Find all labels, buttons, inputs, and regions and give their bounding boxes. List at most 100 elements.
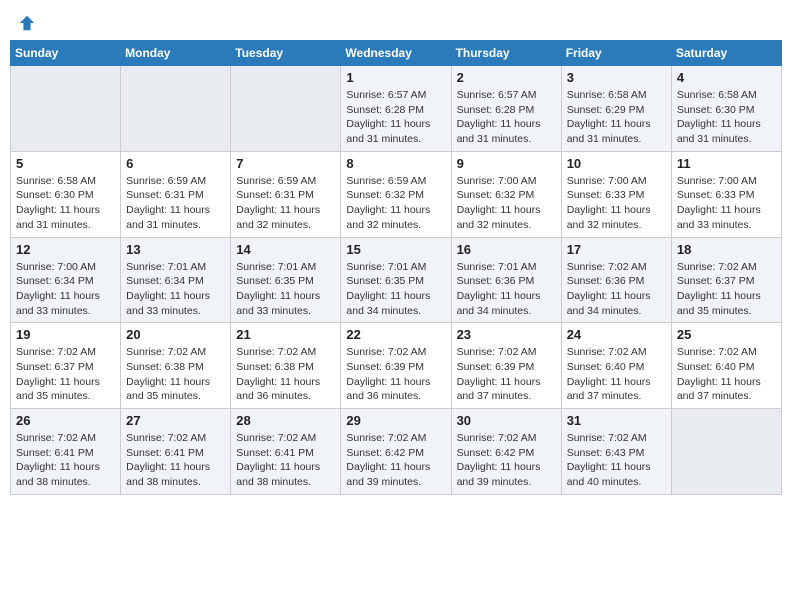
day-info: Sunrise: 7:01 AMSunset: 6:35 PMDaylight:… [236, 260, 335, 319]
day-info: Sunrise: 7:02 AMSunset: 6:41 PMDaylight:… [236, 431, 335, 490]
day-info: Sunrise: 7:01 AMSunset: 6:36 PMDaylight:… [457, 260, 556, 319]
day-info: Sunrise: 6:57 AMSunset: 6:28 PMDaylight:… [346, 88, 445, 147]
day-number: 8 [346, 156, 445, 171]
calendar-cell: 12 Sunrise: 7:00 AMSunset: 6:34 PMDayligh… [11, 237, 121, 323]
calendar-cell: 3 Sunrise: 6:58 AMSunset: 6:29 PMDaylight… [561, 66, 671, 152]
day-info: Sunrise: 7:00 AMSunset: 6:33 PMDaylight:… [677, 174, 776, 233]
day-info: Sunrise: 7:02 AMSunset: 6:42 PMDaylight:… [457, 431, 556, 490]
day-number: 1 [346, 70, 445, 85]
logo [16, 14, 36, 28]
col-header-monday: Monday [121, 41, 231, 66]
day-number: 14 [236, 242, 335, 257]
day-info: Sunrise: 7:01 AMSunset: 6:34 PMDaylight:… [126, 260, 225, 319]
day-info: Sunrise: 7:02 AMSunset: 6:37 PMDaylight:… [677, 260, 776, 319]
calendar-cell: 6 Sunrise: 6:59 AMSunset: 6:31 PMDaylight… [121, 151, 231, 237]
calendar-cell: 1 Sunrise: 6:57 AMSunset: 6:28 PMDaylight… [341, 66, 451, 152]
col-header-tuesday: Tuesday [231, 41, 341, 66]
day-number: 22 [346, 327, 445, 342]
day-info: Sunrise: 6:58 AMSunset: 6:29 PMDaylight:… [567, 88, 666, 147]
calendar-cell [11, 66, 121, 152]
day-number: 4 [677, 70, 776, 85]
calendar-cell: 31 Sunrise: 7:02 AMSunset: 6:43 PMDayligh… [561, 409, 671, 495]
day-number: 21 [236, 327, 335, 342]
calendar-cell: 25 Sunrise: 7:02 AMSunset: 6:40 PMDayligh… [671, 323, 781, 409]
day-info: Sunrise: 6:59 AMSunset: 6:32 PMDaylight:… [346, 174, 445, 233]
calendar-cell: 16 Sunrise: 7:01 AMSunset: 6:36 PMDayligh… [451, 237, 561, 323]
day-info: Sunrise: 7:01 AMSunset: 6:35 PMDaylight:… [346, 260, 445, 319]
day-number: 11 [677, 156, 776, 171]
logo-icon [18, 14, 36, 32]
calendar-cell: 29 Sunrise: 7:02 AMSunset: 6:42 PMDayligh… [341, 409, 451, 495]
day-number: 24 [567, 327, 666, 342]
day-number: 28 [236, 413, 335, 428]
day-info: Sunrise: 7:00 AMSunset: 6:32 PMDaylight:… [457, 174, 556, 233]
calendar-cell: 27Sunrise: 7:02 AMSunset: 6:41 PMDayligh… [121, 409, 231, 495]
calendar-cell: 5Sunrise: 6:58 AMSunset: 6:30 PMDaylight… [11, 151, 121, 237]
day-info: Sunrise: 7:02 AMSunset: 6:41 PMDaylight:… [16, 431, 115, 490]
day-number: 3 [567, 70, 666, 85]
day-info: Sunrise: 7:02 AMSunset: 6:42 PMDaylight:… [346, 431, 445, 490]
calendar-cell: 4 Sunrise: 6:58 AMSunset: 6:30 PMDaylight… [671, 66, 781, 152]
calendar-cell: 18 Sunrise: 7:02 AMSunset: 6:37 PMDayligh… [671, 237, 781, 323]
calendar-cell: 22 Sunrise: 7:02 AMSunset: 6:39 PMDayligh… [341, 323, 451, 409]
calendar-cell: 15Sunrise: 7:01 AMSunset: 6:35 PMDayligh… [341, 237, 451, 323]
day-info: Sunrise: 7:00 AMSunset: 6:33 PMDaylight:… [567, 174, 666, 233]
calendar-cell: 7 Sunrise: 6:59 AMSunset: 6:31 PMDaylight… [231, 151, 341, 237]
day-number: 25 [677, 327, 776, 342]
day-info: Sunrise: 7:02 AMSunset: 6:39 PMDaylight:… [346, 345, 445, 404]
header [10, 10, 782, 32]
day-info: Sunrise: 6:59 AMSunset: 6:31 PMDaylight:… [236, 174, 335, 233]
calendar-cell: 10Sunrise: 7:00 AMSunset: 6:33 PMDayligh… [561, 151, 671, 237]
day-info: Sunrise: 6:58 AMSunset: 6:30 PMDaylight:… [677, 88, 776, 147]
day-number: 20 [126, 327, 225, 342]
day-info: Sunrise: 7:02 AMSunset: 6:38 PMDaylight:… [236, 345, 335, 404]
calendar-cell: 13 Sunrise: 7:01 AMSunset: 6:34 PMDayligh… [121, 237, 231, 323]
day-number: 30 [457, 413, 556, 428]
day-info: Sunrise: 7:00 AMSunset: 6:34 PMDaylight:… [16, 260, 115, 319]
calendar-week-row: 5Sunrise: 6:58 AMSunset: 6:30 PMDaylight… [11, 151, 782, 237]
day-info: Sunrise: 7:02 AMSunset: 6:43 PMDaylight:… [567, 431, 666, 490]
calendar-cell [671, 409, 781, 495]
day-number: 27 [126, 413, 225, 428]
col-header-sunday: Sunday [11, 41, 121, 66]
calendar-week-row: 1 Sunrise: 6:57 AMSunset: 6:28 PMDaylight… [11, 66, 782, 152]
calendar-cell: 30 Sunrise: 7:02 AMSunset: 6:42 PMDayligh… [451, 409, 561, 495]
day-number: 12 [16, 242, 115, 257]
calendar-cell: 11 Sunrise: 7:00 AMSunset: 6:33 PMDayligh… [671, 151, 781, 237]
col-header-friday: Friday [561, 41, 671, 66]
calendar-cell: 23Sunrise: 7:02 AMSunset: 6:39 PMDayligh… [451, 323, 561, 409]
day-number: 7 [236, 156, 335, 171]
calendar-cell: 21 Sunrise: 7:02 AMSunset: 6:38 PMDayligh… [231, 323, 341, 409]
day-number: 9 [457, 156, 556, 171]
day-info: Sunrise: 6:57 AMSunset: 6:28 PMDaylight:… [457, 88, 556, 147]
calendar-cell: 28 Sunrise: 7:02 AMSunset: 6:41 PMDayligh… [231, 409, 341, 495]
day-info: Sunrise: 7:02 AMSunset: 6:38 PMDaylight:… [126, 345, 225, 404]
calendar-cell: 8 Sunrise: 6:59 AMSunset: 6:32 PMDaylight… [341, 151, 451, 237]
day-number: 29 [346, 413, 445, 428]
day-info: Sunrise: 7:02 AMSunset: 6:40 PMDaylight:… [677, 345, 776, 404]
calendar-cell [121, 66, 231, 152]
col-header-saturday: Saturday [671, 41, 781, 66]
day-number: 18 [677, 242, 776, 257]
calendar-cell: 20 Sunrise: 7:02 AMSunset: 6:38 PMDayligh… [121, 323, 231, 409]
day-number: 13 [126, 242, 225, 257]
calendar-week-row: 12 Sunrise: 7:00 AMSunset: 6:34 PMDayligh… [11, 237, 782, 323]
calendar-cell: 17Sunrise: 7:02 AMSunset: 6:36 PMDayligh… [561, 237, 671, 323]
day-number: 17 [567, 242, 666, 257]
day-number: 19 [16, 327, 115, 342]
day-info: Sunrise: 7:02 AMSunset: 6:37 PMDaylight:… [16, 345, 115, 404]
day-info: Sunrise: 6:59 AMSunset: 6:31 PMDaylight:… [126, 174, 225, 233]
calendar-week-row: 26 Sunrise: 7:02 AMSunset: 6:41 PMDayligh… [11, 409, 782, 495]
calendar-header-row: SundayMondayTuesdayWednesdayThursdayFrid… [11, 41, 782, 66]
calendar-cell: 14 Sunrise: 7:01 AMSunset: 6:35 PMDayligh… [231, 237, 341, 323]
day-number: 26 [16, 413, 115, 428]
day-number: 31 [567, 413, 666, 428]
calendar-cell: 26 Sunrise: 7:02 AMSunset: 6:41 PMDayligh… [11, 409, 121, 495]
day-number: 16 [457, 242, 556, 257]
col-header-wednesday: Wednesday [341, 41, 451, 66]
day-number: 23 [457, 327, 556, 342]
calendar-cell: 19 Sunrise: 7:02 AMSunset: 6:37 PMDayligh… [11, 323, 121, 409]
page: SundayMondayTuesdayWednesdayThursdayFrid… [0, 0, 792, 505]
calendar-table: SundayMondayTuesdayWednesdayThursdayFrid… [10, 40, 782, 495]
day-number: 6 [126, 156, 225, 171]
